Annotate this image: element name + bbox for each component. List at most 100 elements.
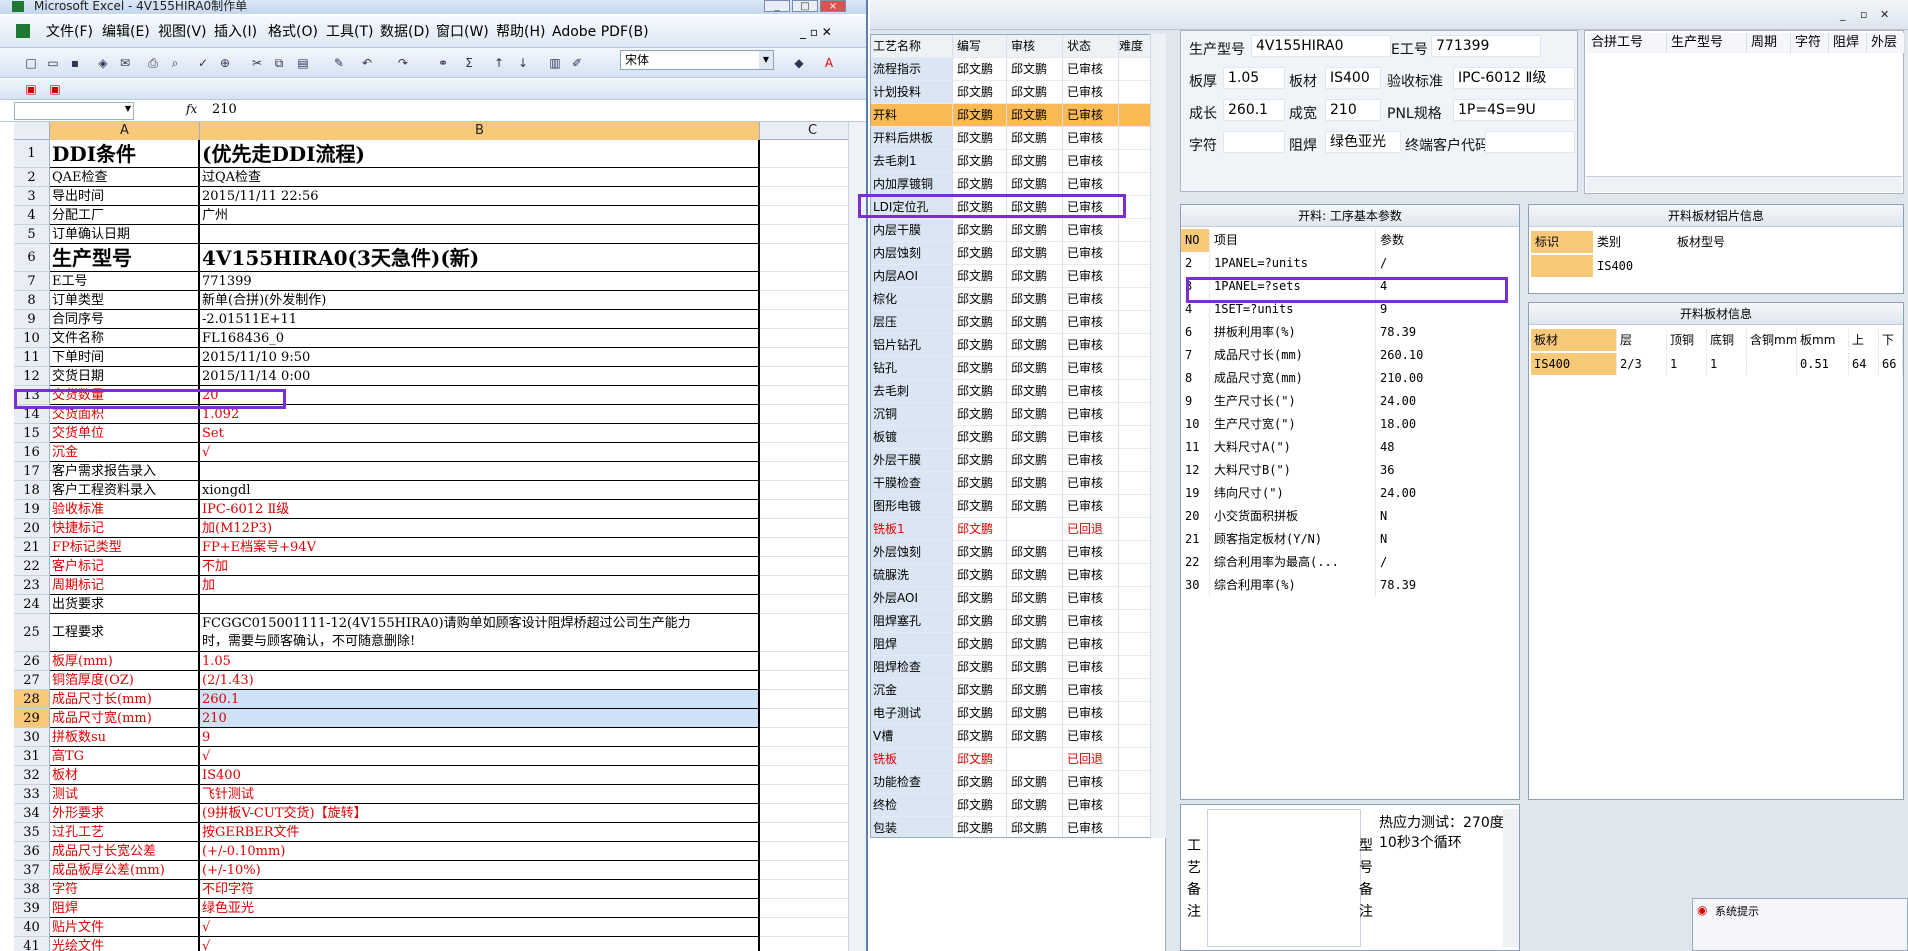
row-header[interactable]: 26	[14, 652, 50, 671]
cell-b[interactable]: √	[200, 747, 760, 766]
row-header[interactable]: 5	[14, 225, 50, 244]
cell-a[interactable]: 生产型号	[50, 244, 200, 272]
table-row[interactable]: 35 过孔工艺 按GERBER文件	[14, 823, 866, 842]
row-header[interactable]: 35	[14, 823, 50, 842]
menu-view[interactable]: 视图(V)	[158, 22, 207, 42]
list-item[interactable]: 包装 邱文鹏 邱文鹏 已审核	[871, 817, 1153, 837]
table-row[interactable]: 17 客户需求报告录入	[14, 462, 866, 481]
cell-b[interactable]: √	[200, 443, 760, 462]
row-header[interactable]: 27	[14, 671, 50, 690]
table-row[interactable]: 9 生产尺寸长(") 24.00	[1181, 390, 1525, 413]
table-row[interactable]: 12 交货日期 2015/11/14 0:00	[14, 367, 866, 386]
cell-b[interactable]: √	[200, 937, 760, 951]
cell-a[interactable]: 验收标准	[50, 500, 200, 519]
row-header[interactable]: 10	[14, 329, 50, 348]
fx-icon[interactable]: fx	[186, 102, 197, 116]
list-item[interactable]: 功能检查 邱文鹏 邱文鹏 已审核	[871, 771, 1153, 794]
email-icon[interactable]: ✉	[118, 56, 132, 70]
merge-table[interactable]: 合拼工号 生产型号 周期 字符 阻焊 外层	[1584, 30, 1905, 194]
table-row[interactable]: 38 字符 不印字符	[14, 880, 866, 899]
list-item[interactable]: 层压 邱文鹏 邱文鹏 已审核	[871, 311, 1153, 334]
table-row[interactable]: 15 交货单位 Set	[14, 424, 866, 443]
table-row[interactable]: 26 板厚(mm) 1.05	[14, 652, 866, 671]
standard-field[interactable]: IPC-6012 Ⅱ级	[1453, 67, 1575, 89]
list-item[interactable]: V槽 邱文鹏 邱文鹏 已审核	[871, 725, 1153, 748]
cell-a[interactable]: 客户标记	[50, 557, 200, 576]
row-header[interactable]: 33	[14, 785, 50, 804]
table-row[interactable]: 6 生产型号 4V155HIRA0(3天急件)(新)	[14, 244, 866, 272]
table-row[interactable]: 30 综合利用率(%) 78.39	[1181, 574, 1525, 597]
process-list-scrollbar[interactable]	[1150, 34, 1166, 838]
cell-b[interactable]: (+/-10%)	[200, 861, 760, 880]
cell-a[interactable]: 高TG	[50, 747, 200, 766]
redo-icon[interactable]: ↷	[396, 56, 410, 70]
table-row[interactable]: 32 板材 IS400	[14, 766, 866, 785]
row-header[interactable]: 3	[14, 187, 50, 206]
app-restore-button[interactable]: ▫	[1860, 8, 1867, 21]
cell-a[interactable]: 铜箔厚度(OZ)	[50, 671, 200, 690]
cell-a[interactable]: 字符	[50, 880, 200, 899]
table-row[interactable]: 40 贴片文件 √	[14, 918, 866, 937]
list-item[interactable]: 干膜检查 邱文鹏 邱文鹏 已审核	[871, 472, 1153, 495]
excel-doc-icon[interactable]	[16, 24, 30, 38]
row-header[interactable]: 4	[14, 206, 50, 225]
list-item[interactable]: 去毛刺1 邱文鹏 邱文鹏 已审核	[871, 150, 1153, 173]
table-row[interactable]: 18 客户工程资料录入 xiongdl	[14, 481, 866, 500]
row-header[interactable]: 36	[14, 842, 50, 861]
cell-b[interactable]: 绿色亚光	[200, 899, 760, 918]
table-row[interactable]: 9 合同序号 -2.01511E+11	[14, 310, 866, 329]
table-row[interactable]: 2 1PANEL=?units /	[1181, 252, 1525, 275]
table-row[interactable]: 37 成品板厚公差(mm) (+/-10%)	[14, 861, 866, 880]
thickness-field[interactable]: 1.05	[1223, 67, 1285, 89]
column-header-a[interactable]: A	[50, 122, 200, 140]
cell-a[interactable]: 板材	[50, 766, 200, 785]
list-item[interactable]: 钻孔 邱文鹏 邱文鹏 已审核	[871, 357, 1153, 380]
fill-color-icon[interactable]: ◆	[792, 56, 806, 70]
table-row[interactable]: 11 下单时间 2015/11/10 9:50	[14, 348, 866, 367]
cell-a[interactable]: 外形要求	[50, 804, 200, 823]
column-header-b[interactable]: B	[200, 122, 760, 140]
cell-b[interactable]: 9	[200, 728, 760, 747]
menu-adobe-pdf[interactable]: Adobe PDF(B)	[552, 22, 649, 42]
row-header[interactable]: 19	[14, 500, 50, 519]
process-remark-box[interactable]	[1207, 809, 1361, 947]
font-color-icon[interactable]: A	[822, 56, 836, 70]
open-folder-icon[interactable]: ▭	[46, 56, 60, 70]
cell-a[interactable]: 成品尺寸长(mm)	[50, 690, 200, 709]
table-row[interactable]: 19 纬向尺寸(") 24.00	[1181, 482, 1525, 505]
app-close-button[interactable]: ✕	[1880, 8, 1889, 21]
chevron-down-icon[interactable]: ▼	[125, 104, 131, 113]
table-row[interactable]: 30 拼板数su 9	[14, 728, 866, 747]
table-row[interactable]: 4 分配工厂 广州	[14, 206, 866, 225]
cell-b[interactable]: 按GERBER文件	[200, 823, 760, 842]
cell-a[interactable]: 客户工程资料录入	[50, 481, 200, 500]
cell-b[interactable]: (2/1.43)	[200, 671, 760, 690]
cell-a[interactable]: 成品板厚公差(mm)	[50, 861, 200, 880]
cell-a[interactable]: 测试	[50, 785, 200, 804]
cell-a[interactable]: 导出时间	[50, 187, 200, 206]
menu-window[interactable]: 窗口(W)	[436, 22, 489, 42]
formula-input[interactable]: 210	[212, 102, 237, 117]
cell-a[interactable]: 板厚(mm)	[50, 652, 200, 671]
worksheet-grid[interactable]: 1 DDI条件 (优先走DDI流程) 2 QAE检查 过QA检查 3 导出时间 2015/11/…	[14, 140, 866, 951]
cell-a[interactable]: 客户需求报告录入	[50, 462, 200, 481]
cell-b[interactable]: FL168436_0	[200, 329, 760, 348]
table-row[interactable]: 12 大料尺寸B(") 36	[1181, 459, 1525, 482]
table-row[interactable]: 39 阻焊 绿色亚光	[14, 899, 866, 918]
table-row[interactable]: 33 测试 飞针测试	[14, 785, 866, 804]
material-field[interactable]: IS400	[1325, 67, 1381, 89]
row-header[interactable]: 15	[14, 424, 50, 443]
table-row[interactable]: 10 生产尺寸宽(") 18.00	[1181, 413, 1525, 436]
cell-b[interactable]: 新单(合拼)(外发制作)	[200, 291, 760, 310]
list-item[interactable]: 流程指示 邱文鹏 邱文鹏 已审核	[871, 58, 1153, 81]
model-field[interactable]: 4V155HIRA0	[1251, 35, 1391, 57]
model-remark-text[interactable]: 热应力测试：270度10秒3个循环	[1379, 813, 1505, 853]
drawing-icon[interactable]: ✐	[570, 56, 584, 70]
menu-edit[interactable]: 编辑(E)	[102, 22, 150, 42]
cell-b[interactable]	[200, 595, 760, 614]
cell-b[interactable]: 771399	[200, 272, 760, 291]
cell-b[interactable]	[200, 462, 760, 481]
list-item[interactable]: 终检 邱文鹏 邱文鹏 已审核	[871, 794, 1153, 817]
cell-a[interactable]: 光绘文件	[50, 937, 200, 951]
table-row[interactable]: 36 成品尺寸长宽公差 (+/-0.10mm)	[14, 842, 866, 861]
